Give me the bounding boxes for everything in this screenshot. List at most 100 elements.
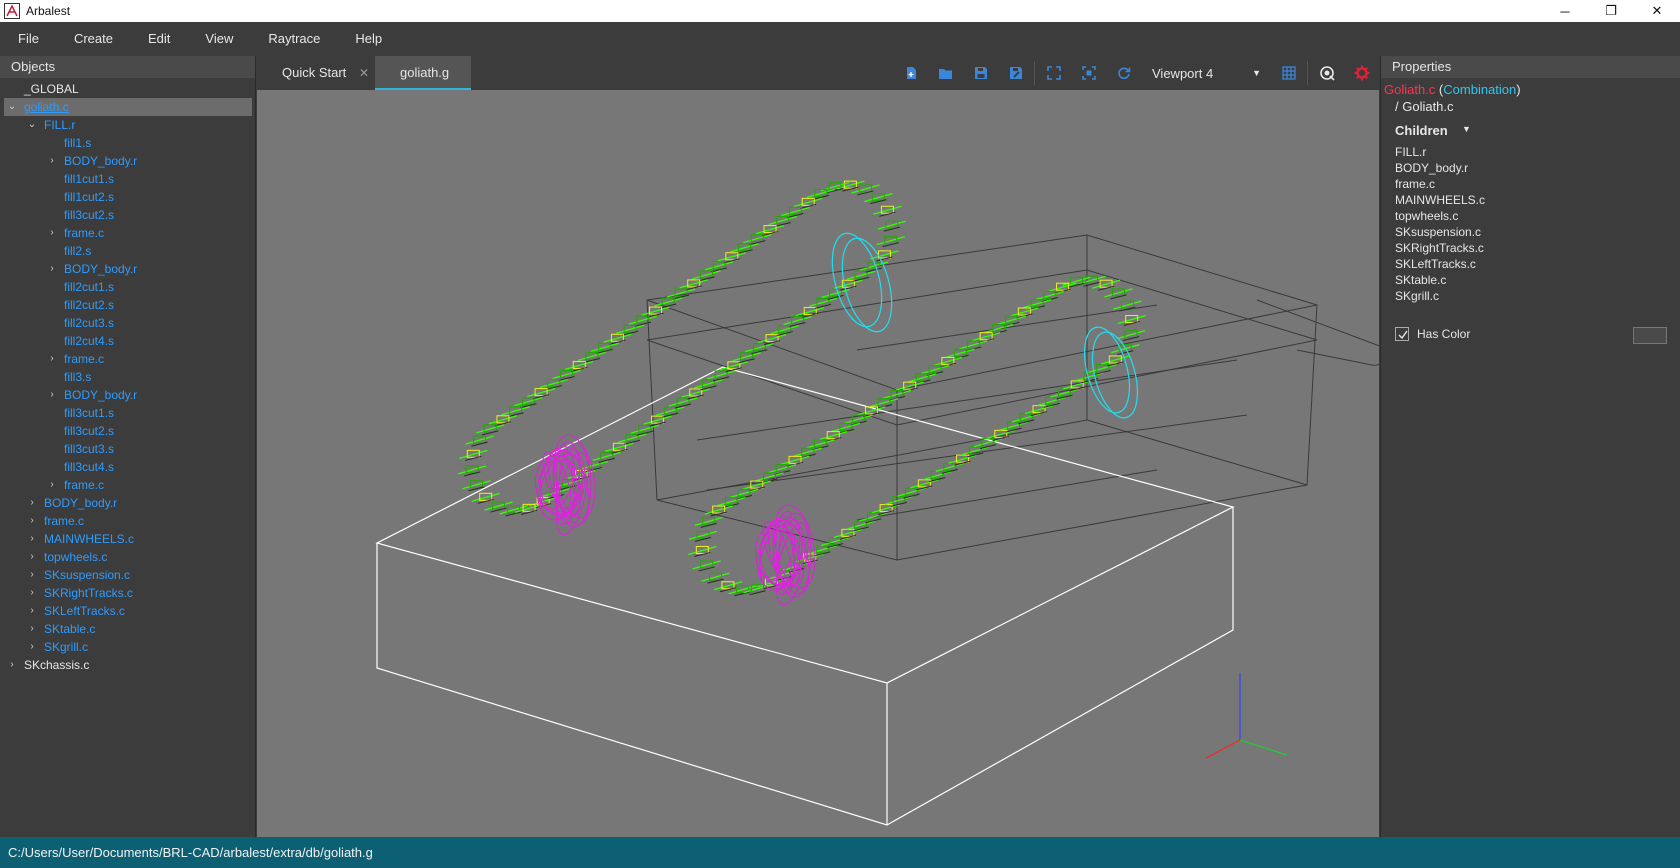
tree-item[interactable]: fill1.s — [0, 134, 256, 152]
collapsed-arrow-icon[interactable]: › — [26, 530, 38, 548]
collapsed-arrow-icon[interactable]: › — [26, 512, 38, 530]
tree-item-label: MAINWHEELS.c — [44, 532, 135, 546]
tree-item[interactable]: fill3cut3.s — [0, 440, 256, 458]
status-bar: C:/Users/User/Documents/BRL-CAD/arbalest… — [0, 837, 1680, 868]
menu-file[interactable]: File — [0, 22, 56, 55]
collapsed-arrow-icon[interactable]: › — [46, 476, 58, 494]
collapsed-arrow-icon[interactable]: › — [46, 260, 58, 278]
menu-help[interactable]: Help — [337, 22, 399, 55]
collapsed-arrow-icon[interactable]: › — [46, 152, 58, 170]
viewport-toolbar: Viewport 4 ▼ — [893, 56, 1379, 90]
collapsed-arrow-icon[interactable]: › — [26, 566, 38, 584]
tree-item[interactable]: fill3cut1.s — [0, 404, 256, 422]
tree-item[interactable]: › SKLeftTracks.c — [0, 602, 256, 620]
viewport-label: Viewport 4 — [1152, 65, 1214, 81]
tree-item-label: fill1.s — [64, 136, 92, 150]
tree-item[interactable]: › SKRightTracks.c — [0, 584, 256, 602]
chevron-down-icon[interactable]: ▼ — [1462, 124, 1471, 134]
new-file-icon[interactable] — [893, 56, 928, 90]
tree-item[interactable]: fill3cut2.s — [0, 422, 256, 440]
tree-item[interactable]: ⌄ goliath.c — [0, 98, 256, 116]
tree-item[interactable]: › MAINWHEELS.c — [0, 530, 256, 548]
tree-item[interactable]: fill1cut2.s — [0, 188, 256, 206]
tree-item[interactable]: fill2.s — [0, 242, 256, 260]
tree-item[interactable]: › frame.c — [0, 476, 256, 494]
color-swatch[interactable] — [1633, 327, 1667, 344]
tree-item[interactable]: ⌄ FILL.r — [0, 116, 256, 134]
grid-icon[interactable] — [1271, 56, 1306, 90]
children-header[interactable]: Children — [1395, 123, 1448, 138]
tree-item[interactable]: › BODY_body.r — [0, 260, 256, 278]
tree-item[interactable]: fill1cut1.s — [0, 170, 256, 188]
tree-item[interactable]: › SKchassis.c — [0, 656, 256, 674]
minimize-button[interactable]: ─ — [1542, 0, 1588, 22]
tree-item[interactable]: › BODY_body.r — [0, 494, 256, 512]
tree-item[interactable]: › BODY_body.r — [0, 386, 256, 404]
has-color-checkbox[interactable] — [1395, 327, 1409, 341]
child-item[interactable]: MAINWHEELS.c — [1395, 192, 1485, 208]
tree-item[interactable]: fill2cut3.s — [0, 314, 256, 332]
menu-create[interactable]: Create — [56, 22, 130, 55]
collapsed-arrow-icon[interactable]: › — [46, 386, 58, 404]
tree-item[interactable]: _GLOBAL — [0, 80, 256, 98]
tree-item[interactable]: › SKgrill.c — [0, 638, 256, 656]
collapsed-arrow-icon[interactable]: › — [26, 548, 38, 566]
menu-view[interactable]: View — [187, 22, 250, 55]
menu-raytrace[interactable]: Raytrace — [250, 22, 337, 55]
tree-item-label: frame.c — [44, 514, 85, 528]
save-as-icon[interactable] — [998, 56, 1033, 90]
collapsed-arrow-icon[interactable]: › — [46, 224, 58, 242]
raytrace-icon[interactable] — [1309, 56, 1344, 90]
collapsed-arrow-icon[interactable]: › — [26, 620, 38, 638]
tree-item[interactable]: fill3cut2.s — [0, 206, 256, 224]
tree-item[interactable]: › frame.c — [0, 350, 256, 368]
fit-view-icon[interactable] — [1071, 56, 1106, 90]
tree-item[interactable]: fill2cut4.s — [0, 332, 256, 350]
tab-close-icon[interactable]: ✕ — [359, 56, 369, 90]
document-area: Quick Start ✕ goliath.g Viewport 4 ▼ — [257, 56, 1379, 837]
object-title: Goliath.c (Combination) — [1384, 82, 1521, 97]
child-item[interactable]: topwheels.c — [1395, 208, 1458, 224]
child-item[interactable]: SKLeftTracks.c — [1395, 256, 1476, 272]
collapsed-arrow-icon[interactable]: › — [46, 350, 58, 368]
child-item[interactable]: FILL.r — [1395, 144, 1426, 160]
tree-item[interactable]: › frame.c — [0, 512, 256, 530]
tree-item[interactable]: fill3.s — [0, 368, 256, 386]
child-item[interactable]: SKsuspension.c — [1395, 224, 1481, 240]
collapsed-arrow-icon[interactable]: › — [6, 656, 18, 674]
has-color-label: Has Color — [1417, 327, 1471, 341]
tree-item[interactable]: › frame.c — [0, 224, 256, 242]
collapsed-arrow-icon[interactable]: › — [26, 602, 38, 620]
collapsed-arrow-icon[interactable]: › — [26, 638, 38, 656]
collapsed-arrow-icon[interactable]: › — [26, 494, 38, 512]
tree-item[interactable]: › SKtable.c — [0, 620, 256, 638]
viewport-dropdown[interactable]: Viewport 4 ▼ — [1141, 56, 1271, 90]
fullscreen-icon[interactable] — [1036, 56, 1071, 90]
tree-item[interactable]: › topwheels.c — [0, 548, 256, 566]
tree-item[interactable]: fill3cut4.s — [0, 458, 256, 476]
tree-item-label: BODY_body.r — [44, 496, 118, 510]
tree-item[interactable]: › BODY_body.r — [0, 152, 256, 170]
close-window-button[interactable]: ✕ — [1634, 0, 1680, 22]
open-folder-icon[interactable] — [928, 56, 963, 90]
3d-viewport[interactable] — [257, 90, 1379, 837]
tree-item[interactable]: › SKsuspension.c — [0, 566, 256, 584]
tree-item[interactable]: fill2cut1.s — [0, 278, 256, 296]
child-item[interactable]: SKRightTracks.c — [1395, 240, 1484, 256]
tab-quick-start[interactable]: Quick Start ✕ — [257, 56, 375, 90]
maximize-button[interactable]: ❐ — [1588, 0, 1634, 22]
child-item[interactable]: SKgrill.c — [1395, 288, 1439, 304]
save-icon[interactable] — [963, 56, 998, 90]
tree-item[interactable]: fill2cut2.s — [0, 296, 256, 314]
expanded-arrow-icon[interactable]: ⌄ — [6, 98, 18, 116]
tree-item-label: fill3.s — [64, 370, 92, 384]
child-item[interactable]: frame.c — [1395, 176, 1435, 192]
settings-icon[interactable] — [1344, 56, 1379, 90]
child-item[interactable]: BODY_body.r — [1395, 160, 1468, 176]
tab-goliath[interactable]: goliath.g — [375, 56, 471, 90]
reset-view-icon[interactable] — [1106, 56, 1141, 90]
menu-edit[interactable]: Edit — [130, 22, 187, 55]
child-item[interactable]: SKtable.c — [1395, 272, 1446, 288]
collapsed-arrow-icon[interactable]: › — [26, 584, 38, 602]
expanded-arrow-icon[interactable]: ⌄ — [26, 116, 38, 134]
